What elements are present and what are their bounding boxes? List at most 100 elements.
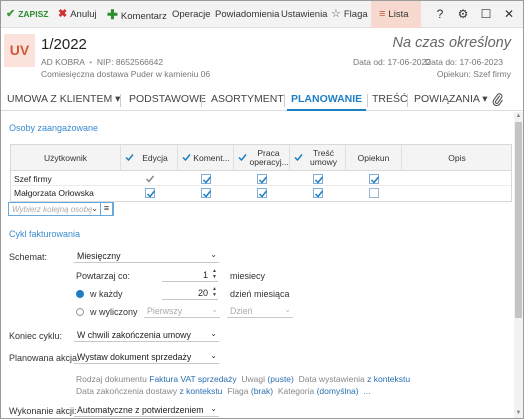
document-type-badge: UV bbox=[4, 34, 35, 67]
people-grid: Użytkownik Edycja Koment... Praca operac… bbox=[10, 144, 512, 202]
chevron-down-icon: ⌄ bbox=[210, 329, 217, 338]
end-select[interactable]: W chwili zakończenia umowy ⌄ bbox=[74, 328, 219, 342]
operations-checkbox[interactable] bbox=[257, 188, 268, 198]
header-check-icon[interactable] bbox=[238, 153, 247, 162]
column-description[interactable]: Opis bbox=[402, 145, 512, 171]
list-button[interactable]: ≡ Lista bbox=[371, 1, 421, 28]
more-link[interactable]: ... bbox=[363, 386, 370, 396]
tab-content[interactable]: TREŚĆ bbox=[372, 90, 408, 111]
category-link[interactable]: (domyślna) bbox=[317, 386, 359, 396]
company-line: AD KOBRA • NIP: 8652566642 bbox=[41, 57, 164, 67]
column-user[interactable]: Użytkownik bbox=[11, 145, 121, 171]
list-menu-icon[interactable]: ≡ bbox=[100, 202, 113, 216]
comments-checkbox[interactable] bbox=[201, 188, 212, 198]
content-checkbox[interactable] bbox=[313, 188, 324, 198]
tab-separator bbox=[120, 94, 121, 107]
maximize-icon[interactable]: ☐ bbox=[475, 1, 497, 28]
settings-menu[interactable]: Ustawienia bbox=[281, 1, 327, 28]
people-section-title: Osoby zaangażowane bbox=[9, 123, 99, 133]
exec-select[interactable]: Automatyczne z potwierdzeniem ⌄ bbox=[74, 403, 219, 417]
locked-check-icon bbox=[145, 175, 155, 183]
plus-icon: ✚ bbox=[107, 7, 118, 22]
tab-assortment[interactable]: ASORTYMENT bbox=[211, 90, 284, 111]
gear-icon[interactable]: ⚙ bbox=[452, 1, 474, 28]
delivery-date-link[interactable]: z kontekstu bbox=[180, 386, 223, 396]
grid-header: Użytkownik Edycja Koment... Praca operac… bbox=[11, 145, 511, 171]
header-check-icon[interactable] bbox=[125, 153, 134, 162]
window: ✔ ZAPISZ ✖ Anuluj ✚ Komentarz Operacje Powi… bbox=[0, 0, 524, 419]
notifications-menu[interactable]: Powiadomienia bbox=[215, 1, 279, 28]
every-radio[interactable] bbox=[76, 290, 84, 298]
paperclip-icon[interactable] bbox=[492, 90, 503, 111]
operations-checkbox[interactable] bbox=[257, 174, 268, 184]
company-nip: NIP: 8652566642 bbox=[96, 57, 164, 67]
comment-button[interactable]: ✚ Komentarz bbox=[107, 1, 167, 28]
tab-separator bbox=[407, 94, 408, 107]
action-select[interactable]: Wystaw dokument sprzedaży ⌄ bbox=[74, 350, 219, 364]
help-icon[interactable]: ? bbox=[429, 1, 451, 28]
edit-checkbox[interactable] bbox=[145, 188, 156, 198]
comments-checkbox[interactable] bbox=[201, 174, 212, 184]
repeat-unit: miesiecy bbox=[230, 271, 266, 281]
flag-button[interactable]: ☆ Flaga bbox=[331, 1, 368, 28]
repeat-label: Powtarzaj co: bbox=[76, 271, 131, 281]
close-icon[interactable]: ✕ bbox=[498, 1, 520, 28]
chevron-down-icon: ⌄ bbox=[284, 305, 291, 314]
hamburger-icon: ≡ bbox=[379, 8, 386, 20]
exec-label: Wykonanie akcji: bbox=[9, 406, 77, 416]
tab-separator bbox=[367, 94, 368, 107]
header-check-icon[interactable] bbox=[182, 153, 191, 162]
star-icon: ☆ bbox=[331, 8, 341, 20]
day-stepper[interactable]: 20 ▲ ▼ bbox=[162, 286, 218, 300]
document-type-link[interactable]: Faktura VAT sprzedaży bbox=[149, 374, 236, 384]
document-number: 1/2022 bbox=[41, 36, 87, 53]
ordinal-select[interactable]: Pierwszy ⌄ bbox=[144, 304, 220, 318]
user-name: Małgorzata Orłowska bbox=[14, 188, 94, 198]
chevron-down-icon: ⌄ bbox=[210, 404, 217, 413]
cancel-button[interactable]: ✖ Anuluj bbox=[58, 1, 97, 28]
company-name: AD KOBRA bbox=[41, 57, 85, 67]
date-from: Data od: 17-06-2022 bbox=[353, 57, 431, 67]
guardian-checkbox[interactable] bbox=[369, 188, 379, 198]
listed-radio[interactable] bbox=[76, 308, 84, 316]
tab-relations[interactable]: POWIĄZANIA ▾ bbox=[414, 90, 488, 111]
tab-planning[interactable]: PLANOWANIE bbox=[287, 90, 367, 111]
header-check-icon[interactable] bbox=[294, 153, 303, 162]
spinner-arrows-icon[interactable]: ▲ ▼ bbox=[212, 268, 217, 280]
table-row[interactable]: Szef firmy bbox=[11, 172, 511, 186]
close-x-icon: ✖ bbox=[58, 8, 68, 20]
flag-link[interactable]: (brak) bbox=[251, 386, 273, 396]
scrollbar-thumb[interactable] bbox=[515, 122, 522, 318]
billing-section-title: Cykl fakturowania bbox=[9, 229, 81, 239]
issue-date-link[interactable]: z kontekstu bbox=[367, 374, 410, 384]
guardian-line: Opiekun: Szef firmy bbox=[436, 69, 511, 79]
repeat-stepper[interactable]: 1 ▲ ▼ bbox=[162, 268, 218, 282]
chevron-down-icon: ⌄ bbox=[210, 351, 217, 360]
user-name: Szef firmy bbox=[14, 174, 52, 184]
content-checkbox[interactable] bbox=[313, 174, 324, 184]
listed-label: w wyliczony bbox=[90, 307, 138, 317]
operations-menu[interactable]: Operacje bbox=[172, 1, 211, 28]
weekday-select[interactable]: Dzień ⌄ bbox=[227, 304, 293, 318]
scroll-down-icon[interactable]: ▼ bbox=[514, 409, 523, 418]
table-row[interactable]: Małgorzata Orłowska bbox=[11, 186, 511, 200]
save-button[interactable]: ✔ ZAPISZ bbox=[6, 1, 48, 28]
every-label: w każdy bbox=[90, 289, 123, 299]
add-user-select[interactable]: Wybierz kolejną osobę ⌄ ≡ bbox=[8, 202, 114, 216]
chevron-down-icon: ⌄ bbox=[91, 204, 98, 213]
spinner-arrows-icon[interactable]: ▲ ▼ bbox=[212, 286, 217, 298]
notes-link[interactable]: (puste) bbox=[267, 374, 293, 384]
action-details-line-1: Rodzaj dokumentu Faktura VAT sprzedaży U… bbox=[76, 374, 411, 384]
tab-contract[interactable]: UMOWA Z KLIENTEM ▾ bbox=[7, 90, 120, 111]
tab-basic[interactable]: PODSTAWOWE bbox=[129, 90, 206, 111]
date-to: Data do: 17-06-2023 bbox=[425, 57, 503, 67]
column-guardian[interactable]: Opiekun bbox=[346, 145, 402, 171]
action-details-line-2: Data zakończenia dostawy z kontekstu Fla… bbox=[76, 386, 371, 396]
schedule-select[interactable]: Miesięczny ⌄ bbox=[74, 249, 219, 263]
scroll-up-icon[interactable]: ▲ bbox=[514, 112, 523, 121]
guardian-checkbox[interactable] bbox=[369, 174, 380, 184]
every-unit: dzień miesiąca bbox=[230, 289, 290, 299]
schedule-label: Schemat: bbox=[9, 252, 48, 262]
contract-status: Na czas określony bbox=[392, 35, 511, 51]
chevron-down-icon: ⌄ bbox=[210, 250, 217, 259]
